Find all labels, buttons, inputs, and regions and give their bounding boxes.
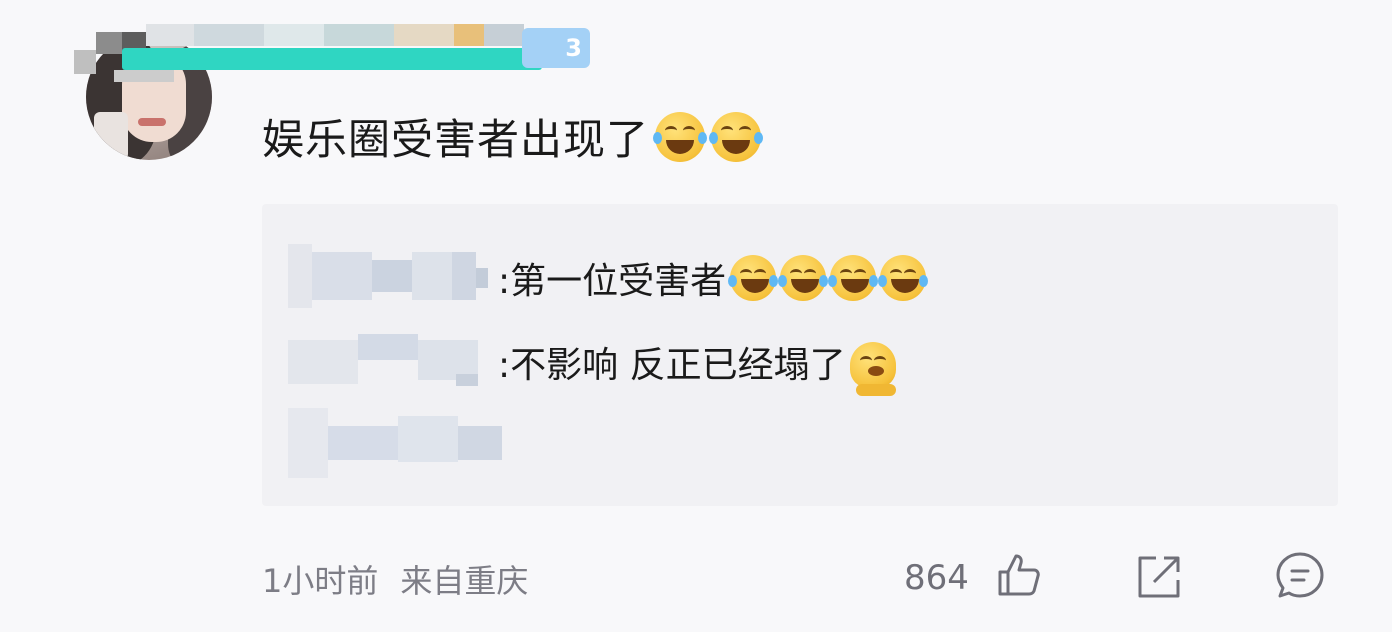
melting-face-emoji [849, 342, 896, 396]
thumbs-up-icon[interactable] [994, 550, 1044, 600]
laugh-cry-emoji [828, 255, 879, 301]
post-time: 1小时前 [262, 562, 379, 600]
laugh-cry-emoji [878, 255, 929, 301]
level-badge: 3 [522, 28, 590, 68]
laugh-cry-emoji [653, 111, 708, 162]
comment-icon[interactable] [1274, 550, 1326, 602]
reply-text: :第一位受害者 [498, 261, 727, 302]
reply-item: :第一位受害者 [498, 248, 929, 308]
laugh-cry-emoji [778, 255, 829, 301]
reply-preview-box[interactable]: :第一位受害者 :不影响 反正已经塌了 [262, 204, 1338, 506]
laugh-cry-emoji [728, 255, 779, 301]
comment-body: 娱乐圈受害者出现了 [262, 106, 764, 167]
share-icon[interactable] [1134, 552, 1184, 602]
like-count: 864 [904, 558, 969, 598]
reply-text: :不影响 反正已经塌了 [498, 345, 846, 386]
username-highlight [122, 48, 542, 70]
reply-author-blurred[interactable] [288, 408, 508, 478]
reply-author-blurred[interactable] [288, 244, 488, 308]
post-location: 来自重庆 [400, 562, 529, 600]
reply-item: :不影响 反正已经塌了 [498, 332, 896, 396]
comment-text: 娱乐圈受害者出现了 [262, 115, 650, 164]
comment-meta: 1小时前 来自重庆 [262, 556, 528, 602]
comment-card: 3 娱乐圈受害者出现了 :第一位受害者:不影响 反正已经塌了 1小时前 来自重… [0, 0, 1392, 632]
laugh-cry-emoji [709, 111, 764, 162]
reply-author-blurred[interactable] [288, 334, 488, 388]
